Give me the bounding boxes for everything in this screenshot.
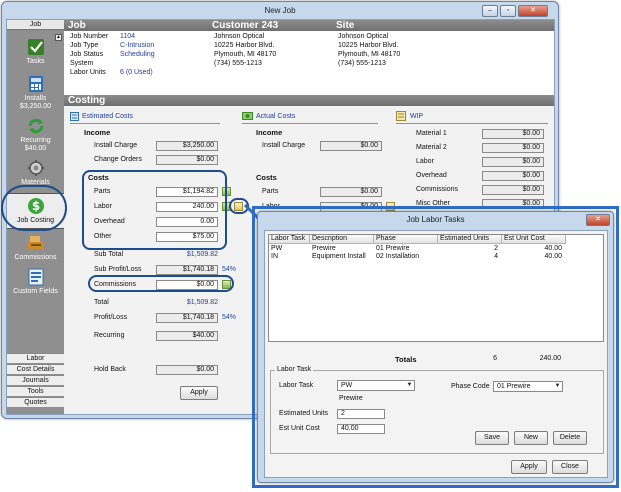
labor-task-select-value: PW [341, 382, 353, 389]
row-units: 4 [494, 253, 498, 260]
chevron-down-icon: ▼ [406, 382, 413, 388]
column-header-description[interactable]: Description [310, 235, 374, 244]
labor-tasks-grid: Labor Task Description Phase Estimated U… [268, 234, 604, 342]
dialog-apply-button[interactable]: Apply [511, 460, 547, 474]
totals-label: Totals [395, 355, 417, 364]
labor-task-description: Prewire [339, 395, 363, 402]
phase-code-select-value: 01 Prewire [497, 383, 531, 390]
table-row[interactable]: PW Prewire 01 Prewire 2 40.00 [269, 245, 603, 253]
est-unit-cost-input[interactable]: 40.00 [337, 424, 385, 434]
table-row[interactable]: IN Equipment Install 02 Installation 4 4… [269, 253, 603, 261]
dialog-title: Job Labor Tasks [406, 215, 465, 224]
row-phase: 02 Installation [376, 253, 420, 260]
estimated-units-input[interactable]: 2 [337, 409, 385, 419]
row-phase: 01 Prewire [376, 245, 410, 252]
labor-task-select[interactable]: PW ▼ [337, 380, 415, 391]
est-unit-cost-label: Est Unit Cost [279, 425, 320, 432]
labor-tasks-dialog: Job Labor Tasks ✕ Labor Task Description… [257, 211, 614, 483]
chevron-down-icon: ▼ [554, 383, 561, 389]
new-button[interactable]: New [514, 431, 548, 445]
totals-units: 6 [493, 355, 497, 362]
row-description: Equipment Install [312, 253, 366, 260]
row-cost: 40.00 [544, 253, 562, 260]
row-cost: 40.00 [544, 245, 562, 252]
row-units: 2 [494, 245, 498, 252]
column-header-estimated-units[interactable]: Estimated Units [438, 235, 502, 244]
dialog-close-icon[interactable]: ✕ [586, 214, 610, 226]
labor-task-group-title: Labor Task [275, 366, 314, 373]
estimated-units-label: Estimated Units [279, 410, 329, 417]
phase-code-select[interactable]: 01 Prewire ▼ [493, 381, 563, 392]
dialog-close-button[interactable]: Close [552, 460, 588, 474]
row-task: IN [271, 253, 278, 260]
column-header-labor-task[interactable]: Labor Task [269, 235, 310, 244]
phase-code-label: Phase Code [451, 383, 490, 390]
dialog-client: Labor Task Description Phase Estimated U… [264, 230, 608, 478]
totals-cost: 240.00 [539, 355, 561, 362]
row-description: Prewire [312, 245, 336, 252]
delete-button[interactable]: Delete [553, 431, 587, 445]
save-button[interactable]: Save [475, 431, 509, 445]
labor-task-label: Labor Task [279, 382, 314, 389]
column-header-phase[interactable]: Phase [374, 235, 438, 244]
row-task: PW [271, 245, 283, 252]
column-header-est-unit-cost[interactable]: Est Unit Cost [502, 235, 566, 244]
